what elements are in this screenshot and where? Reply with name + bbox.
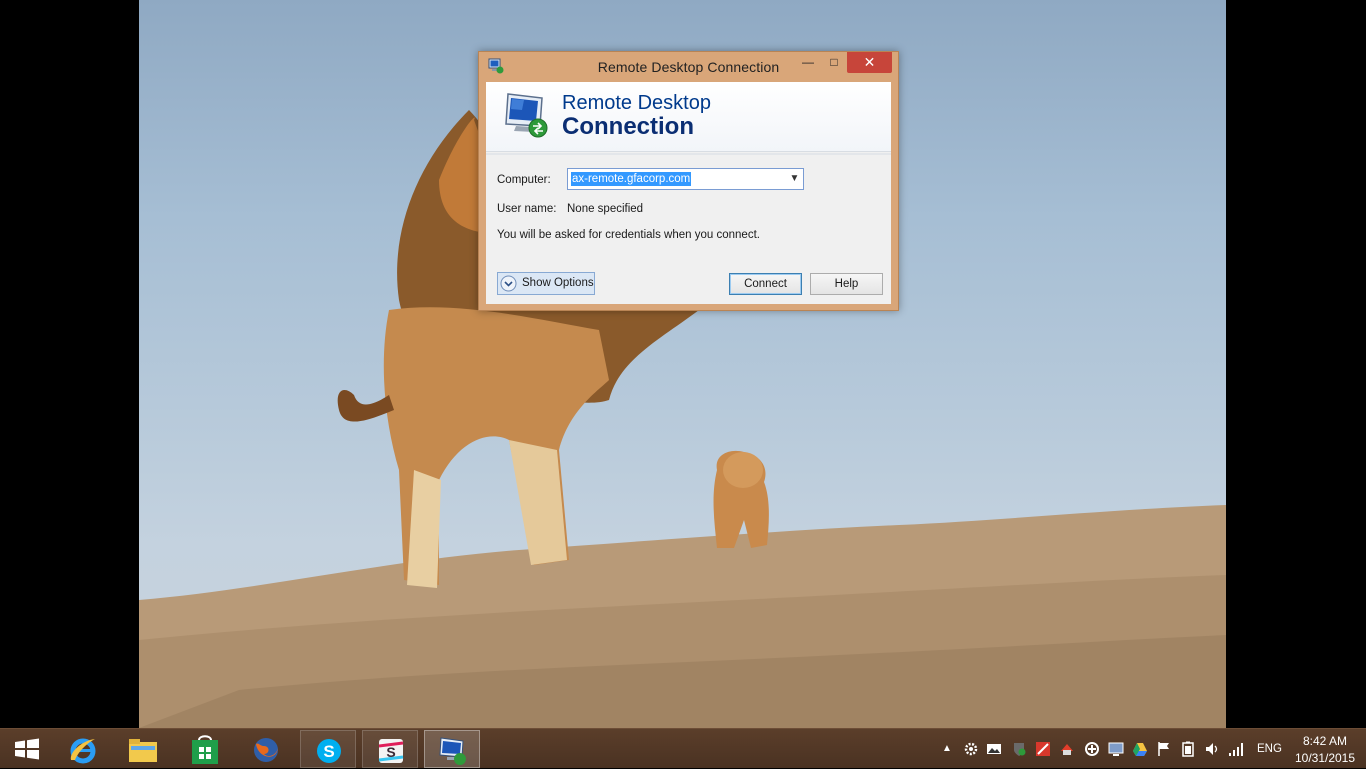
gear-icon[interactable] xyxy=(963,741,979,757)
picture-icon[interactable] xyxy=(986,741,1002,757)
wifi-signal-icon[interactable] xyxy=(1228,741,1244,757)
show-hidden-icons-icon[interactable]: ▲ xyxy=(942,743,958,759)
username-label: User name: xyxy=(497,203,557,215)
banner-title-line1: Remote Desktop xyxy=(562,92,711,114)
expand-chevron-icon xyxy=(500,275,517,292)
folder-icon xyxy=(129,739,157,762)
taskbar-slack[interactable]: S xyxy=(362,730,418,768)
chevron-down-icon[interactable]: ▼ xyxy=(786,169,803,189)
taskbar-internet-explorer[interactable] xyxy=(55,730,111,768)
taskbar-firefox[interactable] xyxy=(238,730,294,768)
google-drive-icon[interactable] xyxy=(1132,741,1148,757)
recycle-icon[interactable] xyxy=(1084,741,1100,757)
taskbar-windows-store[interactable] xyxy=(177,730,233,768)
updater-icon[interactable] xyxy=(1059,741,1075,757)
maximize-button[interactable]: □ xyxy=(822,52,846,73)
antivirus-icon[interactable] xyxy=(1035,741,1051,757)
computer-label: Computer: xyxy=(497,174,551,186)
firefox-icon xyxy=(254,738,278,762)
security-shield-icon[interactable] xyxy=(1011,741,1027,757)
help-button[interactable]: Help xyxy=(810,273,883,295)
battery-icon[interactable] xyxy=(1180,741,1196,757)
ie-icon xyxy=(70,738,96,764)
taskbar: S S ▲ ENG 8:42 AM 10/31/2015 xyxy=(0,728,1366,768)
close-button[interactable]: ✕ xyxy=(847,52,892,73)
monitor-icon[interactable] xyxy=(1108,741,1124,757)
action-center-flag-icon[interactable] xyxy=(1156,741,1172,757)
taskbar-remote-desktop[interactable] xyxy=(424,730,480,768)
start-button[interactable] xyxy=(0,730,56,768)
titlebar[interactable]: Remote Desktop Connection — □ ✕ xyxy=(479,52,898,82)
show-options-button[interactable]: Show Options xyxy=(497,272,595,295)
remote-desktop-monitor-icon xyxy=(505,93,548,138)
username-value: None specified xyxy=(567,203,644,215)
skype-icon: S xyxy=(317,739,341,763)
show-options-label: Show Options xyxy=(522,277,594,289)
computer-input-value[interactable]: ax-remote.gfacorp.com xyxy=(571,172,692,186)
connect-button[interactable]: Connect xyxy=(729,273,802,295)
volume-icon[interactable] xyxy=(1204,741,1220,757)
minimize-button[interactable]: — xyxy=(796,52,820,73)
dialog-client-area: Remote Desktop Connection Computer: ax-r… xyxy=(486,82,891,304)
remote-desktop-window: Remote Desktop Connection — □ ✕ Remote D… xyxy=(478,51,899,311)
taskbar-skype[interactable]: S xyxy=(300,730,356,768)
svg-text:S: S xyxy=(323,742,334,761)
language-indicator[interactable]: ENG xyxy=(1257,743,1282,755)
computer-combobox[interactable]: ax-remote.gfacorp.com ▼ xyxy=(567,168,804,190)
remote-desktop-icon xyxy=(439,737,466,765)
taskbar-file-explorer[interactable] xyxy=(115,730,171,768)
banner: Remote Desktop Connection xyxy=(486,82,891,152)
clock-time[interactable]: 8:42 AM xyxy=(1290,734,1360,748)
banner-title-line2: Connection xyxy=(562,113,694,140)
slack-icon: S xyxy=(378,739,404,763)
credentials-note: You will be asked for credentials when y… xyxy=(497,229,760,241)
banner-divider xyxy=(486,153,891,155)
windows-logo-icon xyxy=(15,738,39,760)
store-icon xyxy=(192,735,218,764)
svg-text:S: S xyxy=(386,744,395,760)
clock-date[interactable]: 10/31/2015 xyxy=(1290,751,1360,765)
